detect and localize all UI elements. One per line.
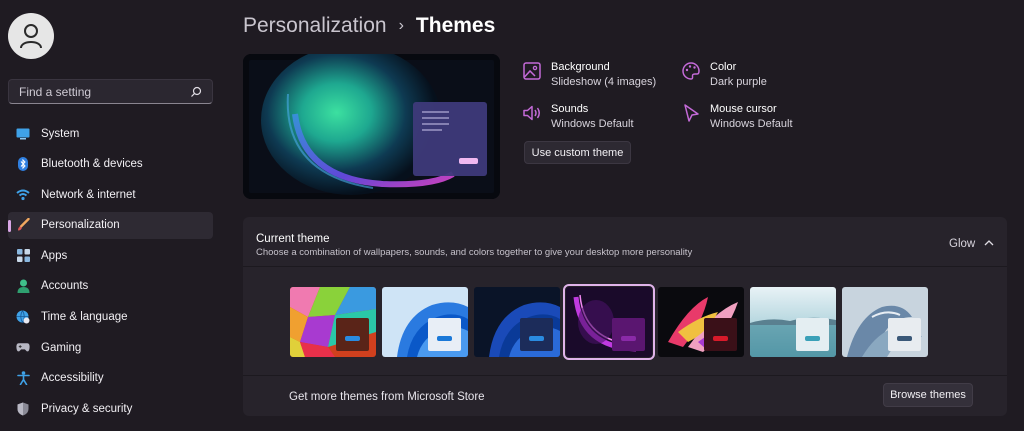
sidebar-nav: System Bluetooth & devices Network & int… [8, 120, 213, 426]
wifi-icon [16, 188, 30, 202]
sidebar-item-label: Accessibility [41, 372, 104, 385]
theme-thumbnail[interactable] [842, 287, 928, 357]
mouse-cursor-property[interactable]: Mouse cursor Windows Default [681, 102, 793, 132]
theme-accent-bar [713, 336, 728, 341]
theme-color-tile [704, 318, 737, 351]
sidebar-item-network[interactable]: Network & internet [8, 181, 213, 208]
sidebar: System Bluetooth & devices Network & int… [0, 0, 222, 431]
chevron-up-icon[interactable] [983, 237, 995, 249]
color-value: Dark purple [710, 76, 767, 88]
theme-preview [243, 54, 500, 199]
palette-icon [682, 62, 700, 80]
sidebar-item-privacy-security[interactable]: Privacy & security [8, 395, 213, 422]
theme-accent-bar [805, 336, 820, 341]
theme-color-tile [796, 318, 829, 351]
color-property[interactable]: Color Dark purple [681, 60, 767, 90]
get-more-themes-text: Get more themes from Microsoft Store [289, 391, 485, 403]
breadcrumb-parent[interactable]: Personalization [243, 14, 387, 38]
browse-themes-button[interactable]: Browse themes [883, 383, 973, 407]
breadcrumb: Personalization › Themes [243, 14, 495, 38]
current-theme-panel: Current theme Choose a combination of wa… [243, 217, 1007, 416]
theme-thumbnail[interactable] [474, 287, 560, 357]
search-box[interactable] [8, 79, 213, 104]
search-input[interactable] [19, 84, 190, 99]
sidebar-item-label: Bluetooth & devices [41, 158, 143, 171]
image-icon [523, 62, 541, 80]
theme-accent-bar [897, 336, 912, 341]
bluetooth-icon [16, 157, 30, 172]
theme-thumbnail[interactable] [563, 284, 655, 360]
color-label: Color [710, 61, 737, 73]
sidebar-item-time-language[interactable]: Time & language [8, 304, 213, 331]
theme-color-tile [888, 318, 921, 351]
globe-clock-icon [16, 310, 30, 324]
sidebar-item-label: Apps [41, 249, 68, 262]
sidebar-item-accessibility[interactable]: Accessibility [8, 365, 213, 392]
page-title: Themes [415, 14, 496, 37]
theme-thumbnail[interactable] [750, 287, 836, 357]
theme-accent-bar [529, 336, 544, 341]
get-more-themes-row: Get more themes from Microsoft Store Bro… [243, 375, 1007, 416]
background-label: Background [551, 61, 610, 73]
sidebar-item-label: Network & internet [41, 188, 136, 201]
theme-thumbnail[interactable] [382, 287, 468, 357]
sounds-property[interactable]: Sounds Windows Default [522, 102, 634, 132]
current-theme-header[interactable]: Current theme Choose a combination of wa… [243, 217, 1007, 267]
person-icon [20, 24, 42, 49]
mouse-cursor-value: Windows Default [710, 118, 793, 130]
theme-thumbnail[interactable] [658, 287, 744, 357]
breadcrumb-separator: › [398, 17, 404, 34]
sidebar-item-label: Time & language [41, 311, 128, 324]
sidebar-item-label: System [41, 127, 80, 140]
sidebar-item-label: Gaming [41, 341, 82, 354]
sidebar-item-label: Personalization [41, 219, 120, 232]
sidebar-item-apps[interactable]: Apps [8, 242, 213, 269]
current-theme-title: Current theme [256, 233, 330, 245]
use-custom-theme-button[interactable]: Use custom theme [524, 141, 631, 164]
brush-icon [16, 218, 30, 232]
sidebar-item-gaming[interactable]: Gaming [8, 334, 213, 361]
current-theme-value: Glow [949, 238, 976, 250]
theme-color-tile [612, 318, 645, 351]
sidebar-item-accounts[interactable]: Accounts [8, 273, 213, 300]
apps-grid-icon [16, 249, 30, 263]
theme-accent-bar [437, 336, 452, 341]
theme-color-tile [520, 318, 553, 351]
theme-preview-image [243, 54, 500, 199]
monitor-icon [16, 127, 30, 141]
speaker-icon [523, 105, 540, 121]
current-theme-description: Choose a combination of wallpapers, soun… [256, 247, 693, 258]
cursor-icon [684, 104, 699, 122]
sidebar-item-label: Privacy & security [41, 402, 133, 415]
background-value: Slideshow (4 images) [551, 76, 657, 88]
sidebar-item-label: Accounts [41, 280, 89, 293]
shield-icon [16, 402, 30, 416]
person-icon [16, 279, 30, 294]
theme-color-tile [336, 318, 369, 351]
mouse-cursor-label: Mouse cursor [710, 103, 777, 115]
theme-color-tile [428, 318, 461, 351]
sidebar-item-bluetooth[interactable]: Bluetooth & devices [8, 151, 213, 178]
sounds-value: Windows Default [551, 118, 634, 130]
sidebar-item-system[interactable]: System [8, 120, 213, 147]
sounds-label: Sounds [551, 103, 589, 115]
background-property[interactable]: Background Slideshow (4 images) [522, 60, 656, 90]
theme-accent-bar [345, 336, 360, 341]
user-avatar[interactable] [8, 13, 54, 59]
theme-accent-bar [621, 336, 636, 341]
sidebar-item-personalization[interactable]: Personalization [8, 211, 213, 239]
theme-thumbnail[interactable] [290, 287, 376, 357]
search-icon[interactable] [190, 86, 202, 98]
gamepad-icon [16, 341, 30, 355]
accessibility-icon [16, 371, 30, 386]
